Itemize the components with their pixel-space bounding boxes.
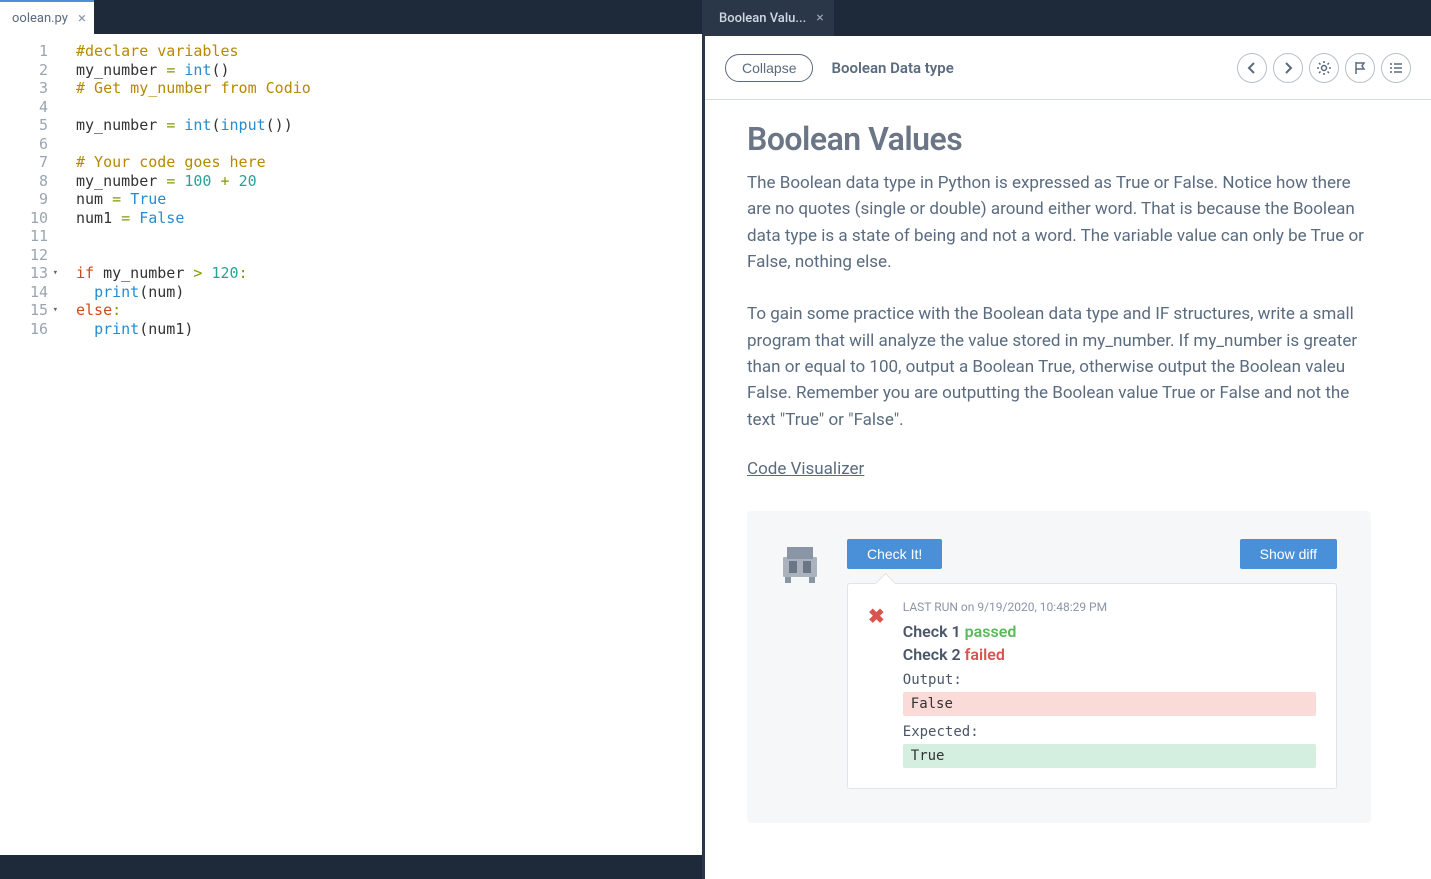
check-it-button[interactable]: Check It! <box>847 539 942 569</box>
code-line[interactable]: num1 = False <box>76 209 702 228</box>
line-number: 2 <box>0 61 58 80</box>
last-run-text: LAST RUN on 9/19/2020, 10:48:29 PM <box>903 600 1316 614</box>
show-diff-button[interactable]: Show diff <box>1240 539 1337 569</box>
code-line[interactable] <box>76 246 702 265</box>
code-line[interactable] <box>76 98 702 117</box>
flag-icon[interactable] <box>1345 53 1375 83</box>
code-line[interactable]: else: <box>76 301 702 320</box>
code-line[interactable]: num = True <box>76 190 702 209</box>
check-box: Check It! Show diff ✖ LAST RUN on 9/19/2… <box>747 511 1371 823</box>
line-number: 13▾ <box>0 264 58 283</box>
check-2-label: Check 2 <box>903 645 961 664</box>
prev-icon[interactable] <box>1237 53 1267 83</box>
line-number: 12 <box>0 246 58 265</box>
guide-tab-label: Boolean Valu... <box>719 11 806 26</box>
status-bar <box>0 855 702 879</box>
result-body: LAST RUN on 9/19/2020, 10:48:29 PM Check… <box>903 600 1316 768</box>
code-line[interactable]: my_number = 100 + 20 <box>76 172 702 191</box>
code-visualizer-link[interactable]: Code Visualizer <box>747 459 864 479</box>
guide-tabs: Boolean Valu... × <box>705 0 1431 36</box>
check-2-line: Check 2 failed <box>903 645 1316 664</box>
check-buttons: Check It! Show diff <box>847 539 1337 569</box>
check-1-label: Check 1 <box>903 622 961 641</box>
guide-tab[interactable]: Boolean Valu... × <box>705 0 834 36</box>
guide-header-title: Boolean Data type <box>831 59 953 77</box>
content-para-1: The Boolean data type in Python is expre… <box>747 170 1371 275</box>
code-line[interactable]: # Get my_number from Codio <box>76 79 702 98</box>
editor-tab-boolean[interactable]: oolean.py × <box>0 0 94 34</box>
test-machine-icon <box>775 539 825 589</box>
line-number: 11 <box>0 227 58 246</box>
gear-icon[interactable] <box>1309 53 1339 83</box>
check-2-status: failed <box>965 645 1005 664</box>
guide-header: Collapse Boolean Data type <box>705 36 1431 100</box>
code-line[interactable]: my_number = int() <box>76 61 702 80</box>
editor-gutter: 12345678910111213▾1415▾16 <box>0 34 70 879</box>
line-number: 14 <box>0 283 58 302</box>
code-line[interactable] <box>76 227 702 246</box>
code-line[interactable]: #declare variables <box>76 42 702 61</box>
editor-code-area[interactable]: #declare variablesmy_number = int()# Get… <box>70 34 702 879</box>
expected-label: Expected: <box>903 724 1316 740</box>
fail-icon: ✖ <box>868 604 885 768</box>
content-heading: Boolean Values <box>747 120 1371 158</box>
header-icons <box>1237 53 1411 83</box>
code-line[interactable]: if my_number > 120: <box>76 264 702 283</box>
check-1-line: Check 1 passed <box>903 622 1316 641</box>
line-number: 16 <box>0 320 58 339</box>
editor-body[interactable]: 12345678910111213▾1415▾16 #declare varia… <box>0 34 702 879</box>
line-number: 8 <box>0 172 58 191</box>
list-icon[interactable] <box>1381 53 1411 83</box>
code-line[interactable]: # Your code goes here <box>76 153 702 172</box>
line-number: 6 <box>0 135 58 154</box>
line-number: 10 <box>0 209 58 228</box>
result-panel: ✖ LAST RUN on 9/19/2020, 10:48:29 PM Che… <box>847 583 1337 789</box>
line-number: 15▾ <box>0 301 58 320</box>
line-number: 4 <box>0 98 58 117</box>
next-icon[interactable] <box>1273 53 1303 83</box>
code-line[interactable]: my_number = int(input()) <box>76 116 702 135</box>
guide-panel: Boolean Valu... × Collapse Boolean Data … <box>702 0 1431 879</box>
output-label: Output: <box>903 672 1316 688</box>
line-number: 3 <box>0 79 58 98</box>
line-number: 1 <box>0 42 58 61</box>
line-number: 5 <box>0 116 58 135</box>
guide-content: Boolean Values The Boolean data type in … <box>705 100 1431 879</box>
content-para-2: To gain some practice with the Boolean d… <box>747 301 1371 433</box>
code-line[interactable] <box>76 135 702 154</box>
editor-panel: oolean.py × 12345678910111213▾1415▾16 #d… <box>0 0 702 879</box>
check-body: Check It! Show diff ✖ LAST RUN on 9/19/2… <box>847 539 1337 789</box>
output-value: False <box>903 692 1316 716</box>
check-1-status: passed <box>965 622 1017 641</box>
collapse-button[interactable]: Collapse <box>725 54 813 82</box>
line-number: 7 <box>0 153 58 172</box>
line-number: 9 <box>0 190 58 209</box>
code-line[interactable]: print(num) <box>76 283 702 302</box>
close-icon[interactable]: × <box>78 9 86 27</box>
expected-value: True <box>903 744 1316 768</box>
close-icon[interactable]: × <box>816 10 823 26</box>
editor-tab-label: oolean.py <box>12 11 68 26</box>
editor-tabs: oolean.py × <box>0 0 702 34</box>
code-line[interactable]: print(num1) <box>76 320 702 339</box>
